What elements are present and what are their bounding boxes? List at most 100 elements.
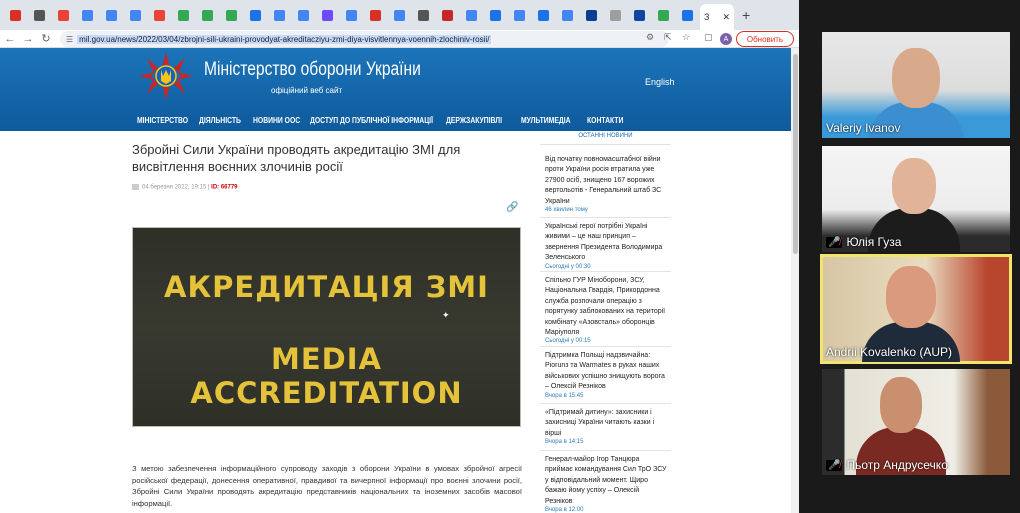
scrollbar-thumb[interactable]	[793, 54, 798, 254]
bookmark-star-icon[interactable]: ☆	[682, 32, 690, 43]
nav-contacts[interactable]: КОНТАКТИ	[587, 116, 623, 125]
browser-tab[interactable]	[76, 4, 98, 26]
reload-icon[interactable]: ↻	[38, 32, 54, 45]
browser-tab[interactable]	[268, 4, 290, 26]
site-subtitle: офіційний веб сайт	[271, 86, 343, 95]
participant-tile[interactable]: Valeriy Ivanov	[822, 32, 1010, 138]
ministry-emblem-icon[interactable]	[135, 50, 197, 102]
news-time: Вчора в 14:15	[545, 439, 584, 446]
browser-tab[interactable]	[556, 4, 578, 26]
news-item[interactable]: Підтримка Польщі надзвичайна: Piorunз та…	[545, 351, 667, 399]
browser-toolbar: ← → ↻ ☰ mil.gov.ua/news/2022/03/04/zbroj…	[0, 30, 799, 48]
news-title[interactable]: «Підтримай дитину»: захисники і захисниц…	[545, 408, 667, 439]
browser-tab[interactable]	[676, 4, 698, 26]
browser-tab[interactable]	[652, 4, 674, 26]
browser-tab[interactable]	[172, 4, 194, 26]
browser-tab[interactable]	[28, 4, 50, 26]
new-tab-icon[interactable]: +	[742, 7, 750, 23]
sidepanel-icon[interactable]: ▢	[704, 32, 713, 43]
browser-tab[interactable]	[364, 4, 386, 26]
news-title[interactable]: Підтримка Польщі надзвичайна: Piorunз та…	[545, 351, 667, 393]
active-tab[interactable]: З ✕	[700, 4, 734, 30]
tab-favicon-icon	[537, 9, 549, 21]
news-divider	[540, 346, 671, 347]
browser-tab[interactable]	[388, 4, 410, 26]
news-time: 46 хвилин тому	[545, 207, 588, 214]
news-item[interactable]: Генерал-майор Ігор Танцюра приймає коман…	[545, 455, 667, 513]
news-item[interactable]: Українські герої потрібні Україні живими…	[545, 222, 667, 270]
browser-tab[interactable]	[436, 4, 458, 26]
news-item[interactable]: Від початку повномасштабної війни проти …	[545, 155, 667, 213]
site-title[interactable]: Міністерство оборони України	[204, 59, 421, 81]
news-divider	[540, 271, 671, 272]
news-time: Вчора в 12:00	[545, 507, 584, 513]
tab-favicon-icon	[177, 9, 189, 21]
close-tab-icon[interactable]: ✕	[722, 12, 730, 23]
translate-icon[interactable]: ⚙	[646, 32, 654, 43]
hero-text-en: MEDIA ACCREDITATION	[190, 342, 463, 410]
nav-multimedia[interactable]: МУЛЬТИМЕДІА	[521, 116, 570, 125]
browser-tab[interactable]	[628, 4, 650, 26]
language-link[interactable]: English	[645, 77, 675, 87]
tab-favicon-icon	[9, 9, 21, 21]
link-share-icon[interactable]: 🔗	[506, 202, 518, 213]
browser-tab[interactable]	[460, 4, 482, 26]
browser-tab[interactable]	[100, 4, 122, 26]
browser-tab[interactable]	[508, 4, 530, 26]
browser-tab[interactable]	[244, 4, 266, 26]
browser-tab[interactable]	[196, 4, 218, 26]
tab-favicon-icon	[297, 9, 309, 21]
site-info-icon[interactable]: ☰	[66, 35, 73, 44]
address-bar[interactable]: ☰ mil.gov.ua/news/2022/03/04/zbrojni-sil…	[60, 31, 669, 47]
news-title[interactable]: Від початку повномасштабної війни проти …	[545, 155, 667, 207]
nav-public-info[interactable]: ДОСТУП ДО ПУБЛІЧНОЇ ІНФОРМАЦІЇ	[310, 116, 433, 125]
article: Збройні Сили України проводять акредитац…	[132, 141, 522, 508]
participant-tile[interactable]: 🎤̸ Пьотр Андрусечко	[822, 369, 1010, 475]
nav-procurement[interactable]: ДЕРЖЗАКУПІВЛІ	[446, 116, 502, 125]
main-nav: МІНІСТЕРСТВО ДІЯЛЬНІСТЬ НОВИНИ ООС ДОСТУ…	[0, 110, 797, 131]
news-item[interactable]: Спільно ГУР Міноборони, ЗСУ, Національна…	[545, 276, 667, 344]
tab-favicon-icon	[81, 9, 93, 21]
tab-favicon-icon	[489, 9, 501, 21]
nav-news-oos[interactable]: НОВИНИ ООС	[253, 116, 300, 125]
browser-tab[interactable]	[4, 4, 26, 26]
tab-favicon-icon	[129, 9, 141, 21]
browser-tab[interactable]	[484, 4, 506, 26]
participant-name: Пьотр Андрусечко	[846, 458, 948, 472]
browser-tab[interactable]	[292, 4, 314, 26]
browser-tab[interactable]	[316, 4, 338, 26]
back-icon[interactable]: ←	[2, 33, 18, 45]
news-item[interactable]: «Підтримай дитину»: захисники і захисниц…	[545, 408, 667, 445]
news-title[interactable]: Спільно ГУР Міноборони, ЗСУ, Національна…	[545, 276, 667, 338]
tab-favicon-icon	[153, 9, 165, 21]
browser-tab[interactable]	[604, 4, 626, 26]
browser-tab[interactable]	[340, 4, 362, 26]
url-text[interactable]: mil.gov.ua/news/2022/03/04/zbrojni-sili-…	[77, 34, 492, 44]
browser-tab[interactable]	[52, 4, 74, 26]
tab-favicon-icon	[657, 9, 669, 21]
tab-favicon-icon	[33, 9, 45, 21]
participant-tile[interactable]: 🎤̸ Юлія Гуза	[822, 146, 1010, 252]
tab-favicon-icon	[201, 9, 213, 21]
profile-avatar[interactable]: A	[720, 33, 732, 45]
forward-icon[interactable]: →	[20, 33, 36, 45]
browser-tab[interactable]	[148, 4, 170, 26]
news-divider	[540, 450, 671, 451]
participant-name-label: 🎤̸ Пьотр Андрусечко	[826, 458, 948, 472]
browser-tab[interactable]	[532, 4, 554, 26]
news-title[interactable]: Генерал-майор Ігор Танцюра приймає коман…	[545, 455, 667, 507]
article-title: Збройні Сили України проводять акредитац…	[132, 142, 461, 174]
browser-tab[interactable]	[124, 4, 146, 26]
news-title[interactable]: Українські герої потрібні Україні живими…	[545, 222, 667, 264]
nav-activity[interactable]: ДІЯЛЬНІСТЬ	[199, 116, 241, 125]
update-button[interactable]: Обновить	[736, 31, 794, 47]
tab-favicon-icon	[249, 9, 261, 21]
browser-tab[interactable]	[412, 4, 434, 26]
participant-tile[interactable]: Andrii Kovalenko (AUP)	[820, 254, 1012, 364]
browser-tab[interactable]	[580, 4, 602, 26]
share-icon[interactable]: ⇱	[664, 32, 672, 43]
nav-ministry[interactable]: МІНІСТЕРСТВО	[137, 116, 188, 125]
browser-tab[interactable]	[220, 4, 242, 26]
latest-news-header[interactable]: ОСТАННІ НОВИНИ	[540, 131, 671, 145]
mouse-cursor-icon: ✦	[442, 310, 450, 320]
